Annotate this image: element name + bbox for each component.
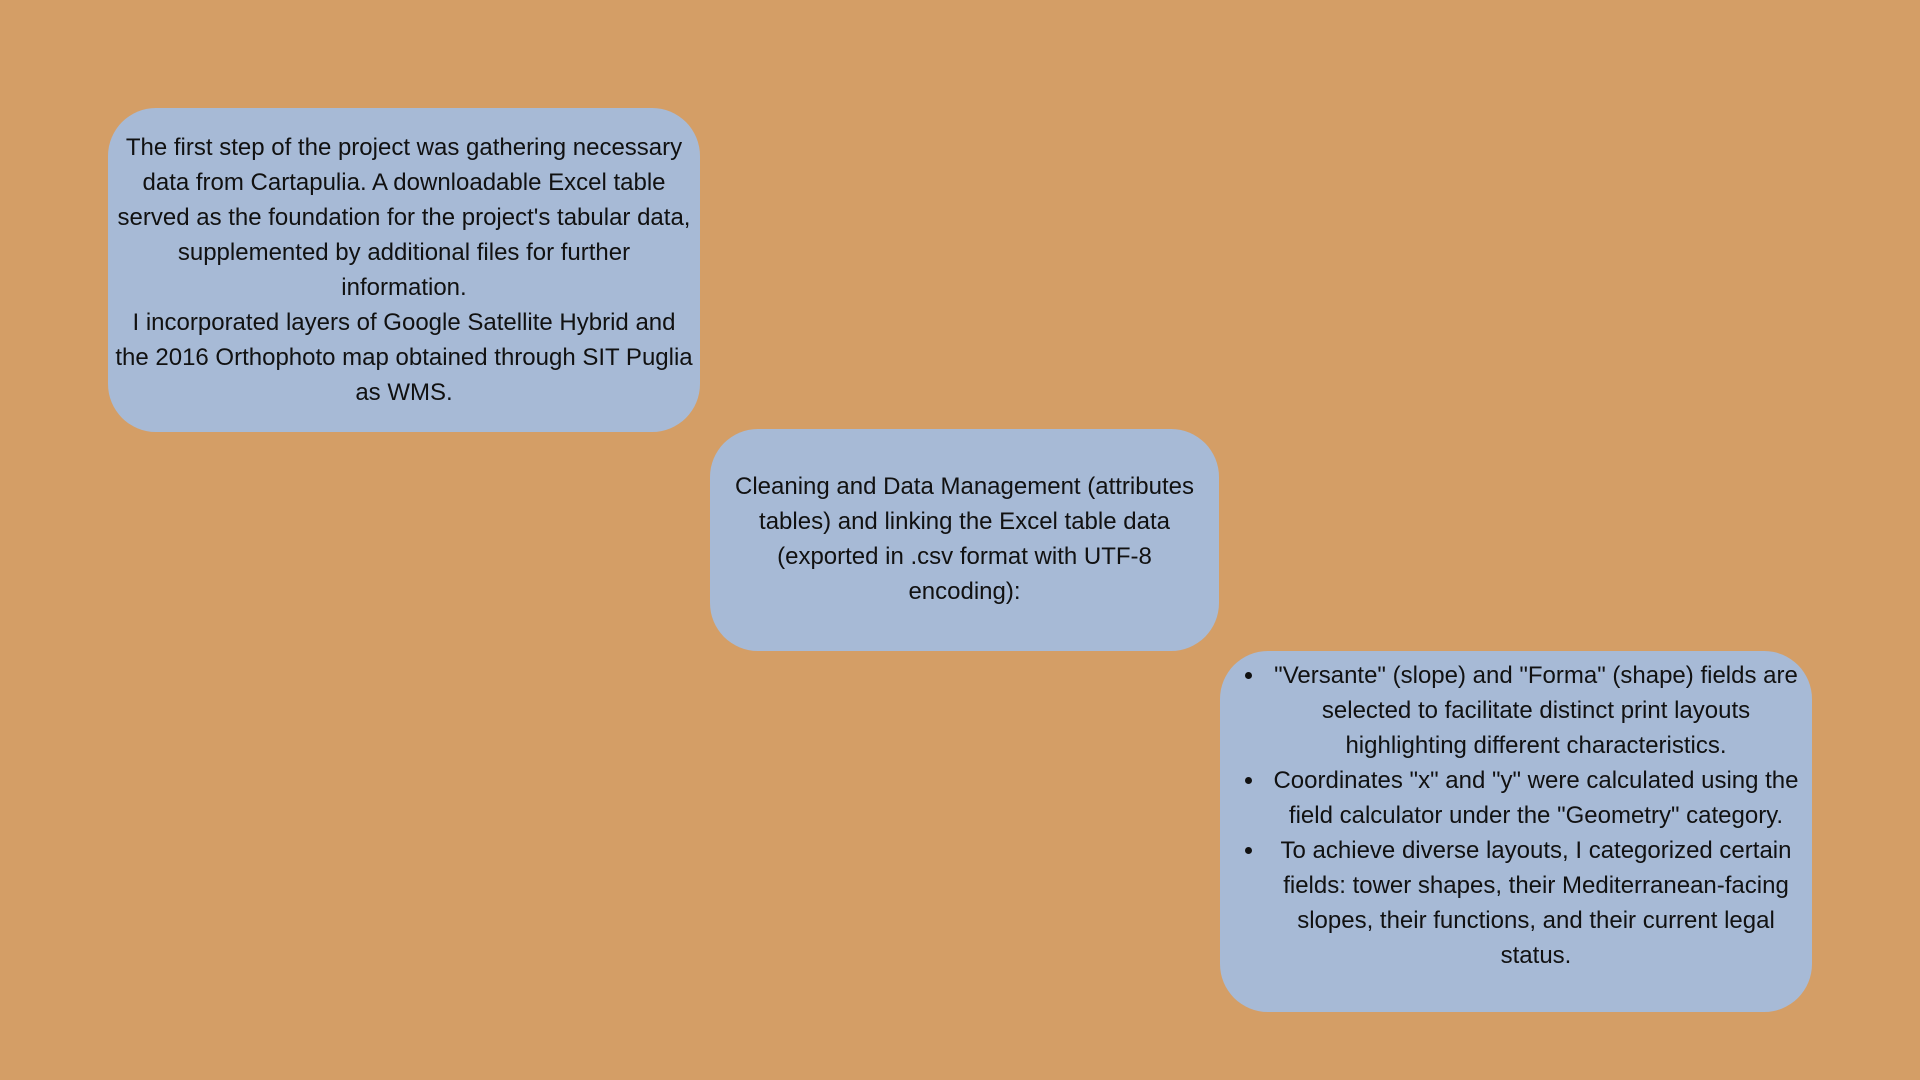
list-item-versante-forma: "Versante" (slope) and "Forma" (shape) f… [1266, 658, 1806, 763]
wms-layers-paragraph: I incorporated layers of Google Satellit… [115, 309, 693, 406]
list-item-categorized-fields: To achieve diverse layouts, I categorize… [1266, 833, 1806, 973]
data-gathering-card: The first step of the project was gather… [108, 108, 700, 432]
data-gathering-paragraph: The first step of the project was gather… [117, 134, 691, 301]
field-details-list: "Versante" (slope) and "Forma" (shape) f… [1226, 658, 1806, 973]
field-details-card: "Versante" (slope) and "Forma" (shape) f… [1220, 651, 1812, 1012]
data-management-text: Cleaning and Data Management (attributes… [735, 473, 1194, 605]
list-item-coordinates: Coordinates "x" and "y" were calculated … [1266, 763, 1806, 833]
data-management-card: Cleaning and Data Management (attributes… [710, 429, 1219, 651]
